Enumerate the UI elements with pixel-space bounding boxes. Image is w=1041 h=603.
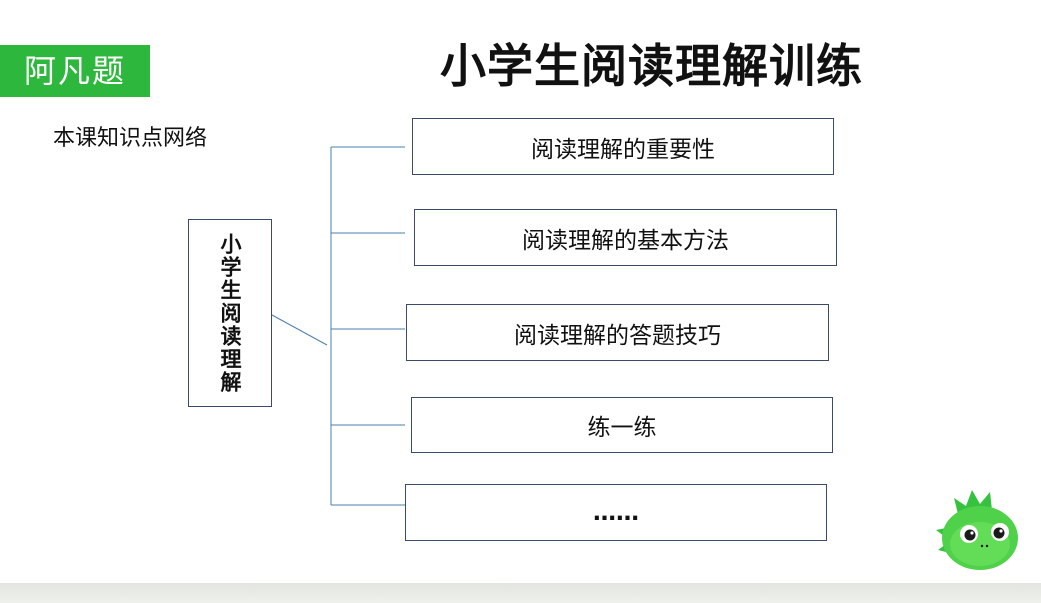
branch-node-more: …… xyxy=(405,484,827,541)
branch-node-practice: 练一练 xyxy=(411,397,833,453)
bottom-strip xyxy=(0,583,1041,603)
branch-node-answer-techniques: 阅读理解的答题技巧 xyxy=(406,304,829,361)
root-connector-line xyxy=(271,314,328,346)
branch-node-label: 阅读理解的答题技巧 xyxy=(514,322,721,349)
green-dinosaur-mascot-icon xyxy=(936,490,1018,570)
branch-node-label: 阅读理解的重要性 xyxy=(531,136,715,163)
root-node: 小学生阅读理解 xyxy=(188,219,272,407)
root-node-label: 小学生阅读理解 xyxy=(218,232,242,394)
branch-node-label: 练一练 xyxy=(587,415,657,441)
branch-node-label: 阅读理解的基本方法 xyxy=(522,227,729,254)
branch-node-importance: 阅读理解的重要性 xyxy=(412,118,834,175)
branch-node-basic-methods: 阅读理解的基本方法 xyxy=(414,209,837,266)
branch-node-label: …… xyxy=(593,499,639,526)
